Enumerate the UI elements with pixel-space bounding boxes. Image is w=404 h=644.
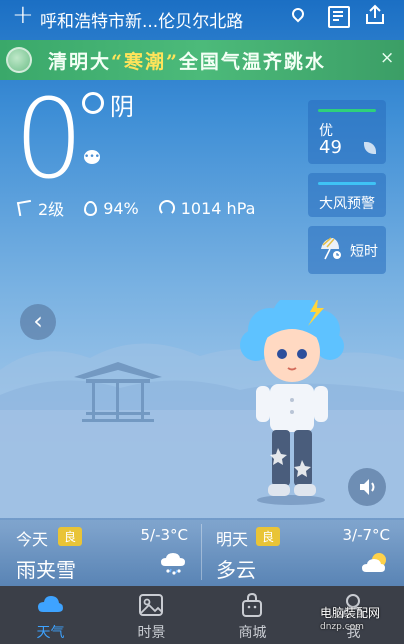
nav-item-scenes[interactable]: 时景 <box>101 586 202 644</box>
forecast-strip: 今天 良 5/-3°C 雨夹雪 明天 良 3/-7°C 多云 <box>0 518 404 586</box>
nav-item-weather[interactable]: 天气 <box>0 586 101 644</box>
umbrella-icon <box>321 237 341 260</box>
sleet-icon <box>161 553 185 575</box>
watermark-url: dnzp.com <box>320 622 364 632</box>
top-bar: + 呼和浩特市新...伦贝尔北路 <box>0 0 404 34</box>
aqi-value: 49 <box>319 137 342 158</box>
pressure-icon <box>158 200 175 216</box>
nav-label: 时景 <box>137 625 166 641</box>
humidity-value: 94% <box>103 198 139 218</box>
add-city-button[interactable]: + <box>12 2 34 28</box>
list-icon[interactable] <box>328 6 350 28</box>
banner-logo-icon <box>6 47 32 73</box>
wind-warning-card[interactable]: 大风预警 <box>308 173 386 217</box>
wind-warning-label: 大风预警 <box>319 196 375 212</box>
watermark-title: 电脑装配网 <box>320 606 381 620</box>
chat-bubble-icon[interactable]: ••• <box>84 150 100 164</box>
temperature-range: 3/-7°C <box>342 526 390 544</box>
degree-symbol <box>82 92 104 114</box>
forecast-condition: 多云 <box>216 558 256 582</box>
temperature-range: 5/-3°C <box>140 526 188 544</box>
forecast-day-label: 明天 <box>216 530 249 549</box>
location-pin-icon <box>289 5 307 23</box>
current-stats: 2级 94% 1014 hPa <box>16 196 256 220</box>
chevron-left-icon: ‹ <box>33 307 43 335</box>
banner-close-button[interactable]: × <box>380 48 394 68</box>
sound-button[interactable] <box>348 468 386 506</box>
forecast-today[interactable]: 今天 良 5/-3°C 雨夹雪 <box>0 518 200 586</box>
watermark: 电脑装配网 dnzp.com <box>320 606 380 634</box>
aqi-bar <box>318 109 376 112</box>
forecast-condition: 雨夹雪 <box>16 558 76 582</box>
leaf-icon <box>364 142 376 154</box>
bag-icon <box>242 592 262 617</box>
picture-icon <box>139 594 163 616</box>
aqi-card[interactable]: 优 49 <box>308 100 386 164</box>
wind-direction-icon <box>16 199 34 217</box>
nav-item-store[interactable]: 商城 <box>202 586 303 644</box>
warning-bar <box>318 182 376 185</box>
nav-label: 天气 <box>36 625 65 641</box>
short-term-label: 短时 <box>350 244 378 260</box>
speaker-icon <box>360 479 375 495</box>
air-quality-badge: 良 <box>58 527 83 546</box>
forecast-day-label: 今天 <box>16 530 49 549</box>
current-condition: 阴 <box>110 93 134 121</box>
share-icon[interactable] <box>364 4 386 26</box>
location-label[interactable]: 呼和浩特市新...伦贝尔北路 <box>40 7 243 32</box>
scene-illustration <box>0 300 404 520</box>
back-button[interactable]: ‹ <box>20 304 56 340</box>
forecast-divider <box>201 524 202 580</box>
air-quality-badge: 良 <box>256 527 281 546</box>
short-term-forecast-card[interactable]: 短时 <box>308 226 386 274</box>
wind-level: 2级 <box>38 200 65 219</box>
banner-text: 清明大“寒潮”全国气温齐跳水 <box>48 51 326 73</box>
forecast-tomorrow[interactable]: 明天 良 3/-7°C 多云 <box>202 518 402 586</box>
nav-label: 商城 <box>238 625 267 641</box>
promo-banner[interactable]: 清明大“寒潮”全国气温齐跳水 × <box>0 40 404 80</box>
pressure-value: 1014 hPa <box>180 198 256 218</box>
partly-cloudy-icon <box>362 553 386 572</box>
humidity-icon <box>84 200 98 216</box>
current-temperature: 0 <box>14 75 84 203</box>
cloud-icon <box>38 596 63 612</box>
